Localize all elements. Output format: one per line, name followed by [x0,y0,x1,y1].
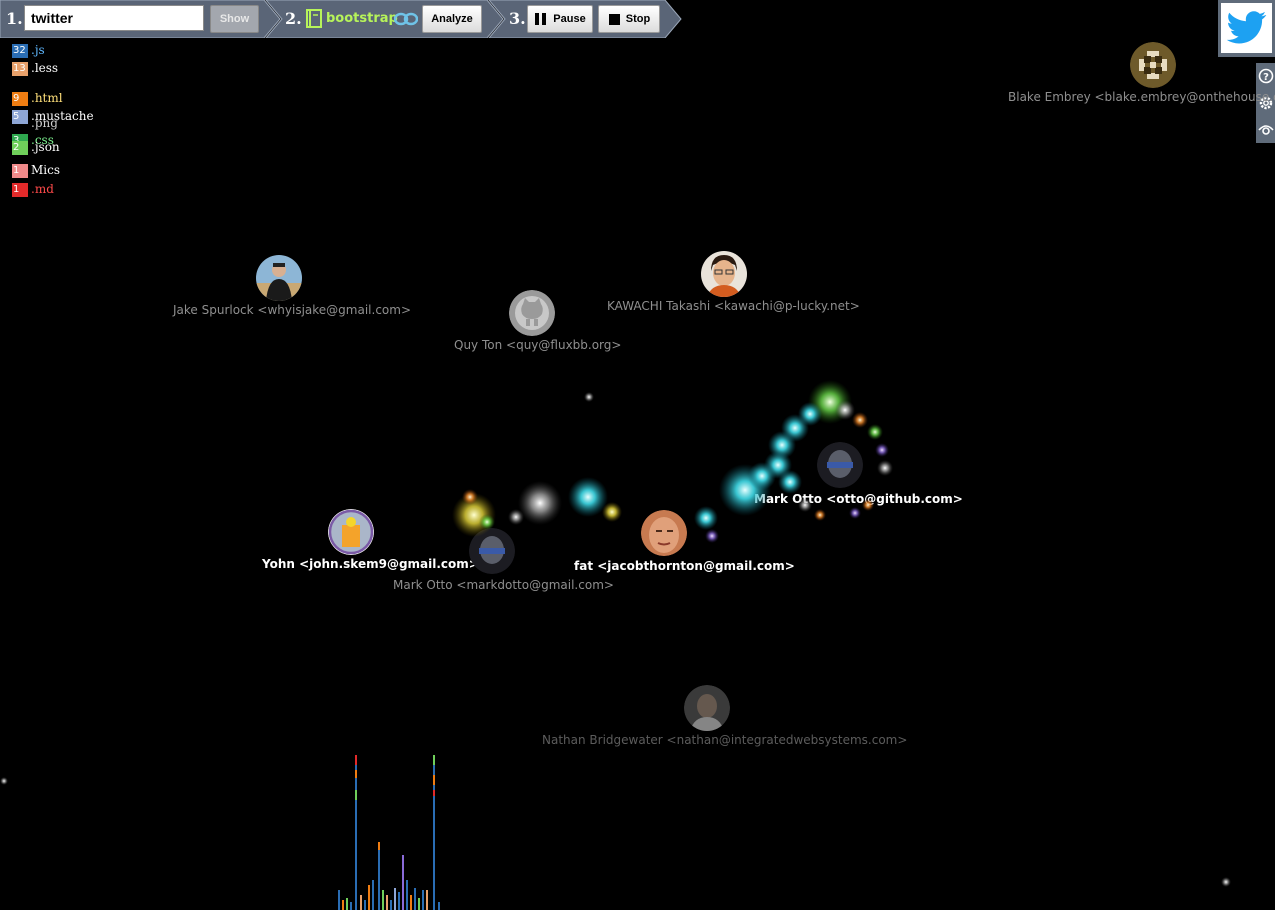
legend-item-md: 1 .md [12,182,132,197]
twitter-bird-icon [1226,11,1266,44]
avatar-blake-embrey[interactable] [1130,42,1176,88]
link-icon [394,12,418,26]
user-label-quy-ton: Quy Ton <quy@fluxbb.org> [454,338,622,352]
user-label-kawachi-takashi: KAWACHI Takashi <kawachi@p-lucky.net> [607,299,860,313]
pause-icon [535,13,547,25]
user-label-jake-spurlock: Jake Spurlock <whyisjake@gmail.com> [173,303,412,317]
legend-item-js: 32 .js [12,43,132,58]
analyze-button[interactable]: Analyze [422,5,482,33]
avatar-quy-ton[interactable] [509,290,555,336]
avatar-yohn[interactable] [328,509,374,555]
step-3-number: 3. [509,9,526,28]
commit-activity-histogram [338,755,440,910]
avatar-image [701,251,747,297]
stop-button[interactable]: Stop [598,5,660,33]
analyze-button-label: Analyze [431,13,473,25]
eye-icon[interactable] [1258,121,1274,137]
stop-button-label: Stop [625,13,651,25]
stop-icon [608,13,620,25]
selected-repo-name[interactable]: bootstrap [326,11,398,26]
help-icon[interactable]: ? [1258,68,1274,84]
avatar-mark-otto-github[interactable] [817,442,863,488]
legend-ext: .md [31,182,54,196]
github-octocat-icon [509,290,555,336]
avatar-image [817,442,863,488]
legend-count: 2 [12,141,28,155]
avatar-kawachi-takashi[interactable] [701,251,747,297]
particle-layer [0,380,1231,887]
user-label-yohn: Yohn <john.skem9@gmail.com> [262,557,479,571]
user-label-mark-otto-github: Mark Otto <otto@github.com> [754,492,963,506]
user-label-nathan-bridgewater: Nathan Bridgewater <nathan@integratedweb… [542,733,908,747]
legend-ext: .html [31,91,63,105]
svg-text:?: ? [1263,72,1269,83]
legend-ext: .mustache [31,109,94,123]
avatar-image [328,509,374,555]
legend-ext: Mics [31,163,61,177]
legend-item-json: 2 .json [12,140,132,155]
user-label-blake-embrey: Blake Embrey <blake.embrey@onthehouse.c [1008,90,1275,104]
user-label-mark-otto-gmail: Mark Otto <markdotto@gmail.com> [393,578,614,592]
avatar-nathan-bridgewater[interactable] [684,685,730,731]
user-label-fat: fat <jacobthornton@gmail.com> [574,559,795,573]
avatar-mark-otto-gmail[interactable] [469,528,515,574]
legend-count: 5 [12,110,28,124]
avatar-image [641,510,687,556]
twitter-share-button[interactable] [1218,0,1275,57]
legend-item-mics: 1 Mics [12,163,132,178]
legend-count: 1 [12,183,28,197]
toolbar: 1. twitter Show 2. bootstrap Analyze 3. … [0,0,690,38]
show-button[interactable]: Show [210,5,259,33]
avatar-image [684,685,730,731]
legend-count: 32 [12,44,28,58]
step-2-number: 2. [285,9,302,28]
legend-ext: .less [31,61,59,75]
legend-count: 1 [12,164,28,178]
legend-item-html: 9 .html [12,91,132,106]
step-1-number: 1. [6,9,23,28]
legend-item-mustache: 5 .mustache [12,109,132,124]
pause-button[interactable]: Pause [527,5,593,33]
pause-button-label: Pause [553,13,586,25]
avatar-image [1130,42,1176,88]
legend-count: 9 [12,92,28,106]
show-button-label: Show [219,13,250,25]
avatar-image [469,528,515,574]
legend-count: 13 [12,62,28,76]
avatar-fat[interactable] [641,510,687,556]
legend-item-less: 13 .less [12,61,132,76]
repo-owner-input[interactable]: twitter [24,5,204,31]
book-icon [306,9,322,28]
stray-particles [0,392,1231,887]
legend-ext: .json [31,140,60,154]
avatar-image [256,255,302,301]
legend-ext: .js [31,43,45,57]
avatar-jake-spurlock[interactable] [256,255,302,301]
histogram-bars [338,755,440,910]
